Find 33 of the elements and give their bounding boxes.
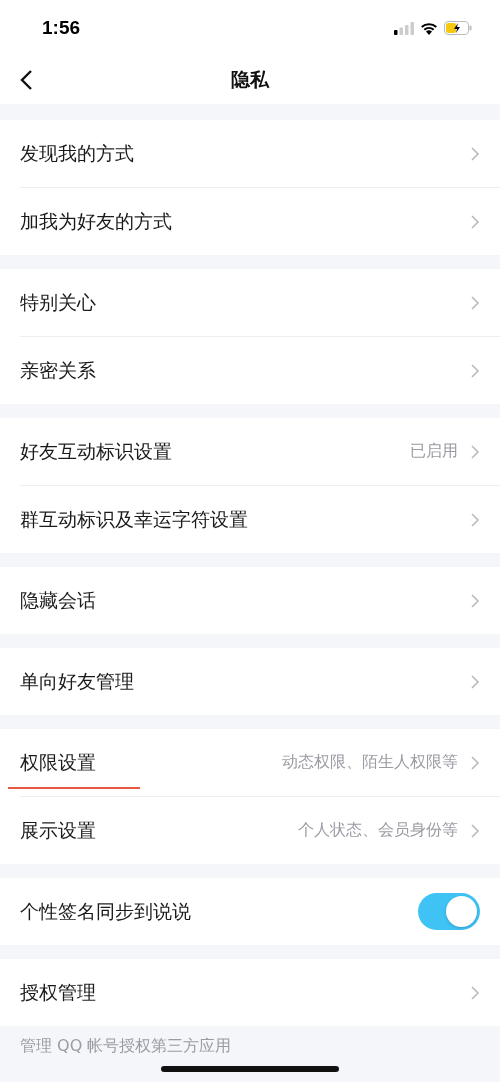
setting-value: 已启用 bbox=[410, 441, 458, 462]
battery-charging-icon bbox=[444, 21, 472, 35]
chevron-right-icon bbox=[470, 443, 480, 460]
wifi-icon bbox=[420, 21, 438, 35]
setting-label[interactable]: 个性签名同步到说说 bbox=[20, 898, 418, 925]
setting-label[interactable]: 亲密关系 bbox=[20, 357, 470, 384]
page-title: 隐私 bbox=[231, 67, 269, 92]
setting-label[interactable]: 展示设置 bbox=[20, 817, 298, 844]
chevron-right-icon bbox=[470, 984, 480, 1001]
chevron-right-icon bbox=[470, 592, 480, 609]
chevron-right-icon bbox=[470, 673, 480, 690]
status-time: 1:56 bbox=[42, 17, 81, 39]
chevron-right-icon bbox=[470, 145, 480, 162]
setting-label[interactable]: 好友互动标识设置 bbox=[20, 438, 410, 465]
chevron-right-icon bbox=[470, 213, 480, 230]
setting-label[interactable]: 群互动标识及幸运字符设置 bbox=[20, 506, 470, 533]
setting-label[interactable]: 授权管理 bbox=[20, 979, 470, 1006]
signal-icon bbox=[394, 21, 414, 35]
setting-value: 动态权限、陌生人权限等 bbox=[282, 752, 458, 773]
footnote-text: 管理 QQ 帐号授权第三方应用 bbox=[19, 1035, 233, 1057]
setting-label[interactable]: 隐藏会话 bbox=[20, 587, 470, 614]
chevron-right-icon bbox=[470, 362, 480, 379]
setting-label[interactable]: 单向好友管理 bbox=[20, 668, 470, 695]
setting-value: 个人状态、会员身份等 bbox=[298, 820, 458, 841]
chevron-right-icon bbox=[470, 754, 480, 771]
chevron-right-icon bbox=[470, 822, 480, 839]
setting-label[interactable]: 发现我的方式 bbox=[20, 140, 470, 167]
setting-label[interactable]: 权限设置 bbox=[20, 749, 282, 776]
chevron-right-icon bbox=[470, 511, 480, 528]
chevron-right-icon bbox=[470, 294, 480, 311]
setting-label[interactable]: 特别关心 bbox=[20, 289, 470, 316]
setting-label[interactable]: 加我为好友的方式 bbox=[20, 208, 470, 235]
toggle-switch[interactable] bbox=[418, 893, 480, 930]
